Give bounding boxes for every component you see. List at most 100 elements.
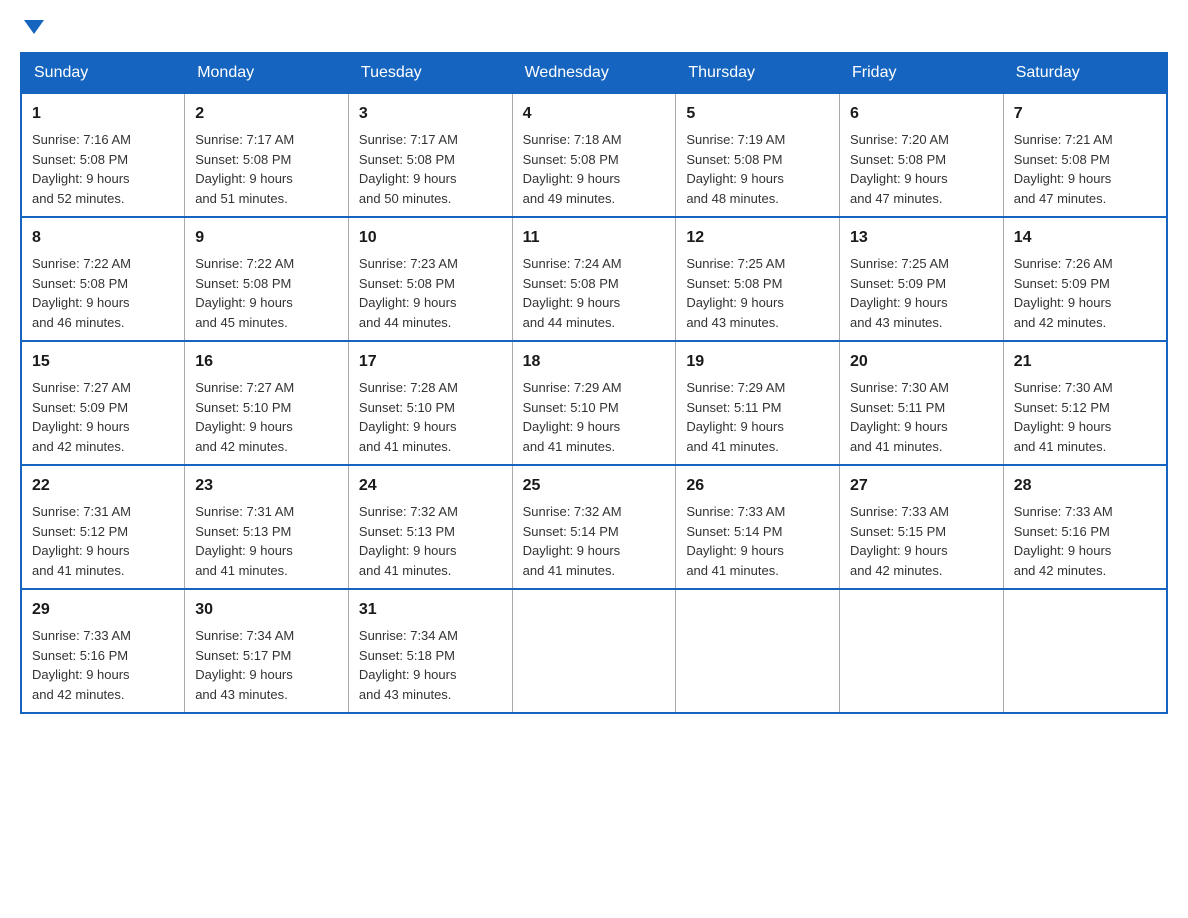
sunset-info: Sunset: 5:09 PM [32,400,128,415]
sunrise-info: Sunrise: 7:22 AM [32,256,131,271]
sunset-info: Sunset: 5:10 PM [523,400,619,415]
day-number: 10 [359,226,502,250]
sunrise-info: Sunrise: 7:21 AM [1014,132,1113,147]
calendar-day-cell: 27 Sunrise: 7:33 AM Sunset: 5:15 PM Dayl… [840,465,1004,589]
day-number: 28 [1014,474,1156,498]
daylight-info: Daylight: 9 hours [32,295,130,310]
daylight-minutes-info: and 47 minutes. [850,191,943,206]
sunset-info: Sunset: 5:14 PM [523,524,619,539]
sunset-info: Sunset: 5:08 PM [32,152,128,167]
sunset-info: Sunset: 5:08 PM [359,152,455,167]
logo-triangle-icon [24,20,44,34]
daylight-minutes-info: and 41 minutes. [32,563,125,578]
calendar-week-row: 15 Sunrise: 7:27 AM Sunset: 5:09 PM Dayl… [21,341,1167,465]
daylight-minutes-info: and 45 minutes. [195,315,288,330]
calendar-day-cell: 20 Sunrise: 7:30 AM Sunset: 5:11 PM Dayl… [840,341,1004,465]
calendar-week-row: 29 Sunrise: 7:33 AM Sunset: 5:16 PM Dayl… [21,589,1167,713]
sunset-info: Sunset: 5:09 PM [1014,276,1110,291]
calendar-day-cell: 23 Sunrise: 7:31 AM Sunset: 5:13 PM Dayl… [185,465,349,589]
header [20,20,1168,36]
daylight-minutes-info: and 44 minutes. [359,315,452,330]
calendar-week-row: 22 Sunrise: 7:31 AM Sunset: 5:12 PM Dayl… [21,465,1167,589]
daylight-info: Daylight: 9 hours [359,295,457,310]
sunset-info: Sunset: 5:18 PM [359,648,455,663]
day-number: 8 [32,226,174,250]
day-number: 20 [850,350,993,374]
calendar-day-cell: 18 Sunrise: 7:29 AM Sunset: 5:10 PM Dayl… [512,341,676,465]
daylight-minutes-info: and 46 minutes. [32,315,125,330]
calendar-day-cell [676,589,840,713]
daylight-info: Daylight: 9 hours [195,295,293,310]
calendar-table: SundayMondayTuesdayWednesdayThursdayFrid… [20,52,1168,714]
sunset-info: Sunset: 5:10 PM [359,400,455,415]
day-number: 18 [523,350,666,374]
day-number: 23 [195,474,338,498]
daylight-info: Daylight: 9 hours [686,543,784,558]
day-number: 17 [359,350,502,374]
sunset-info: Sunset: 5:12 PM [1014,400,1110,415]
day-header-friday: Friday [840,53,1004,93]
daylight-minutes-info: and 42 minutes. [32,687,125,702]
daylight-info: Daylight: 9 hours [850,543,948,558]
day-number: 1 [32,102,174,126]
sunset-info: Sunset: 5:16 PM [32,648,128,663]
daylight-minutes-info: and 41 minutes. [850,439,943,454]
calendar-day-cell: 17 Sunrise: 7:28 AM Sunset: 5:10 PM Dayl… [348,341,512,465]
calendar-day-cell: 16 Sunrise: 7:27 AM Sunset: 5:10 PM Dayl… [185,341,349,465]
sunrise-info: Sunrise: 7:17 AM [195,132,294,147]
daylight-info: Daylight: 9 hours [850,295,948,310]
day-number: 29 [32,598,174,622]
sunset-info: Sunset: 5:16 PM [1014,524,1110,539]
sunrise-info: Sunrise: 7:34 AM [359,628,458,643]
daylight-minutes-info: and 43 minutes. [686,315,779,330]
sunset-info: Sunset: 5:08 PM [195,276,291,291]
calendar-day-cell: 3 Sunrise: 7:17 AM Sunset: 5:08 PM Dayli… [348,93,512,217]
sunset-info: Sunset: 5:08 PM [850,152,946,167]
sunrise-info: Sunrise: 7:30 AM [1014,380,1113,395]
daylight-minutes-info: and 41 minutes. [523,563,616,578]
daylight-info: Daylight: 9 hours [1014,543,1112,558]
sunrise-info: Sunrise: 7:22 AM [195,256,294,271]
daylight-minutes-info: and 42 minutes. [1014,315,1107,330]
daylight-info: Daylight: 9 hours [850,419,948,434]
daylight-info: Daylight: 9 hours [523,171,621,186]
sunset-info: Sunset: 5:11 PM [850,400,945,415]
day-number: 16 [195,350,338,374]
daylight-info: Daylight: 9 hours [1014,171,1112,186]
daylight-minutes-info: and 41 minutes. [1014,439,1107,454]
day-number: 11 [523,226,666,250]
daylight-info: Daylight: 9 hours [1014,295,1112,310]
day-header-thursday: Thursday [676,53,840,93]
daylight-minutes-info: and 43 minutes. [195,687,288,702]
daylight-info: Daylight: 9 hours [686,171,784,186]
daylight-minutes-info: and 41 minutes. [359,563,452,578]
sunset-info: Sunset: 5:08 PM [195,152,291,167]
day-number: 21 [1014,350,1156,374]
day-number: 15 [32,350,174,374]
daylight-minutes-info: and 52 minutes. [32,191,125,206]
daylight-info: Daylight: 9 hours [32,667,130,682]
daylight-minutes-info: and 47 minutes. [1014,191,1107,206]
daylight-minutes-info: and 41 minutes. [523,439,616,454]
calendar-day-cell: 7 Sunrise: 7:21 AM Sunset: 5:08 PM Dayli… [1003,93,1167,217]
daylight-info: Daylight: 9 hours [32,171,130,186]
sunset-info: Sunset: 5:12 PM [32,524,128,539]
sunrise-info: Sunrise: 7:18 AM [523,132,622,147]
daylight-info: Daylight: 9 hours [195,667,293,682]
calendar-week-row: 1 Sunrise: 7:16 AM Sunset: 5:08 PM Dayli… [21,93,1167,217]
daylight-info: Daylight: 9 hours [850,171,948,186]
sunrise-info: Sunrise: 7:19 AM [686,132,785,147]
sunrise-info: Sunrise: 7:33 AM [850,504,949,519]
day-header-saturday: Saturday [1003,53,1167,93]
calendar-day-cell [512,589,676,713]
calendar-day-cell: 13 Sunrise: 7:25 AM Sunset: 5:09 PM Dayl… [840,217,1004,341]
calendar-day-cell [1003,589,1167,713]
calendar-day-cell: 21 Sunrise: 7:30 AM Sunset: 5:12 PM Dayl… [1003,341,1167,465]
day-number: 3 [359,102,502,126]
daylight-info: Daylight: 9 hours [32,543,130,558]
sunset-info: Sunset: 5:13 PM [195,524,291,539]
sunrise-info: Sunrise: 7:27 AM [32,380,131,395]
day-number: 14 [1014,226,1156,250]
sunset-info: Sunset: 5:17 PM [195,648,291,663]
sunset-info: Sunset: 5:08 PM [686,276,782,291]
